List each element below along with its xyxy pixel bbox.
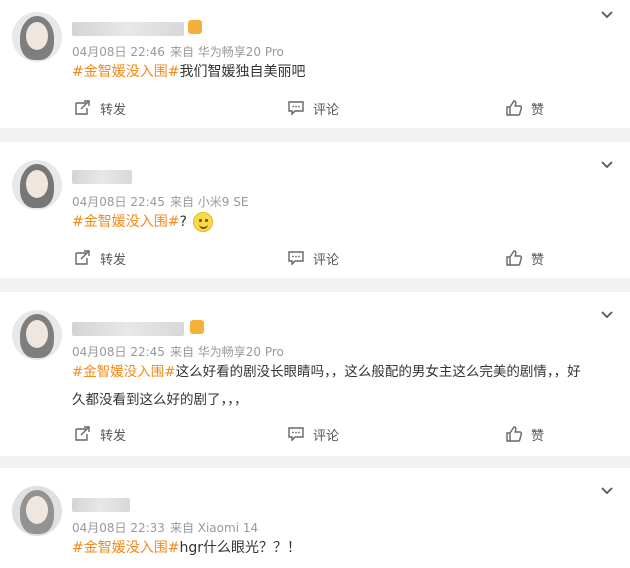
comment-icon [288, 251, 304, 266]
vip-badge-icon [188, 20, 202, 34]
username-blurred[interactable] [72, 322, 184, 336]
post-source: 来自 华为畅享20 Pro [169, 45, 284, 59]
like-label: 赞 [531, 252, 545, 268]
avatar[interactable] [12, 310, 62, 360]
comment-icon [288, 427, 304, 442]
smile-emoji-icon [192, 212, 213, 232]
repost-icon [75, 426, 90, 441]
hashtag-link[interactable]: #金智媛没入围# [72, 64, 179, 80]
like-label: 赞 [531, 428, 545, 444]
post-actions: 转发 评论 赞 [0, 422, 630, 446]
like-button[interactable]: 赞 [505, 422, 544, 446]
post-source: 来自 Xiaomi 14 [169, 521, 259, 535]
like-label: 赞 [531, 102, 545, 118]
like-button[interactable]: 赞 [505, 96, 544, 120]
hashtag-link[interactable]: #金智媛没入围# [72, 364, 176, 380]
vip-badge-icon [190, 320, 204, 334]
post-actions: 转发 评论 赞 [0, 96, 630, 120]
like-icon [506, 100, 523, 116]
post-card: 04月08日 22:46 来自 华为畅享20 Pro #金智媛没入围#我们智媛独自… [0, 0, 630, 128]
post-card: 04月08日 22:45 来自 小米9 SE #金智媛没入围#? 转发 评论 赞 [0, 142, 630, 278]
comment-icon [288, 101, 304, 116]
avatar[interactable] [12, 12, 62, 62]
repost-label: 转发 [100, 428, 127, 444]
username-blurred[interactable] [72, 22, 184, 36]
repost-button[interactable]: 转发 [74, 246, 126, 270]
comment-button[interactable]: 评论 [287, 96, 339, 120]
post-content: #金智媛没入围#我们智媛独自美丽吧 [72, 58, 612, 86]
repost-button[interactable]: 转发 [74, 422, 126, 446]
chevron-down-icon[interactable] [600, 158, 614, 172]
avatar[interactable] [12, 160, 62, 210]
hashtag-link[interactable]: #金智媛没入围# [72, 214, 179, 230]
post-text: ? [179, 214, 187, 230]
post-timestamp[interactable]: 04月08日 22:46 [72, 45, 165, 59]
comment-label: 评论 [313, 428, 340, 444]
repost-label: 转发 [100, 252, 127, 268]
post-content: #金智媛没入围#这么好看的剧没长眼睛吗，，这么般配的男女主这么完美的剧情，，好 … [72, 358, 612, 414]
post-actions: 转发 评论 赞 [0, 246, 630, 270]
chevron-down-icon[interactable] [600, 8, 614, 22]
repost-button[interactable]: 转发 [74, 96, 126, 120]
hashtag-link[interactable]: #金智媛没入围# [72, 540, 179, 556]
post-content: #金智媛没入围#? [72, 208, 612, 236]
watermark-fade [480, 534, 630, 562]
post-timestamp[interactable]: 04月08日 22:33 [72, 521, 165, 535]
comment-button[interactable]: 评论 [287, 246, 339, 270]
avatar[interactable] [12, 486, 62, 536]
post-text-line: 久都没看到这么好的剧了，，， [72, 392, 248, 408]
chevron-down-icon[interactable] [600, 308, 614, 322]
username-blurred[interactable] [72, 170, 132, 184]
post-text-line: #金智媛没入围#这么好看的剧没长眼睛吗，，这么般配的男女主这么完美的剧情，，好 [72, 358, 612, 386]
like-icon [506, 426, 523, 442]
repost-label: 转发 [100, 102, 127, 118]
post-card: 04月08日 22:45 来自 华为畅享20 Pro #金智媛没入围#这么好看的剧… [0, 292, 630, 456]
post-source: 来自 小米9 SE [169, 195, 249, 209]
comment-label: 评论 [313, 252, 340, 268]
comment-button[interactable]: 评论 [287, 422, 339, 446]
username-blurred[interactable] [72, 498, 130, 512]
comment-label: 评论 [313, 102, 340, 118]
post-text: hgr什么眼光？？！ [179, 540, 301, 556]
post-text: 这么好看的剧没长眼睛吗，，这么般配的男女主这么完美的剧情，，好 [175, 364, 581, 380]
post-card: 04月08日 22:33 来自 Xiaomi 14 #金智媛没入围#hgr什么眼光… [0, 468, 630, 568]
post-timestamp[interactable]: 04月08日 22:45 [72, 195, 165, 209]
post-text: 我们智媛独自美丽吧 [179, 64, 306, 80]
post-timestamp[interactable]: 04月08日 22:45 [72, 345, 165, 359]
repost-icon [75, 100, 90, 115]
repost-icon [75, 250, 90, 265]
post-source: 来自 华为畅享20 Pro [169, 345, 284, 359]
like-icon [506, 250, 523, 266]
weibo-comment-feed: 04月08日 22:46 来自 华为畅享20 Pro #金智媛没入围#我们智媛独自… [0, 0, 630, 568]
chevron-down-icon[interactable] [600, 484, 614, 498]
like-button[interactable]: 赞 [505, 246, 544, 270]
